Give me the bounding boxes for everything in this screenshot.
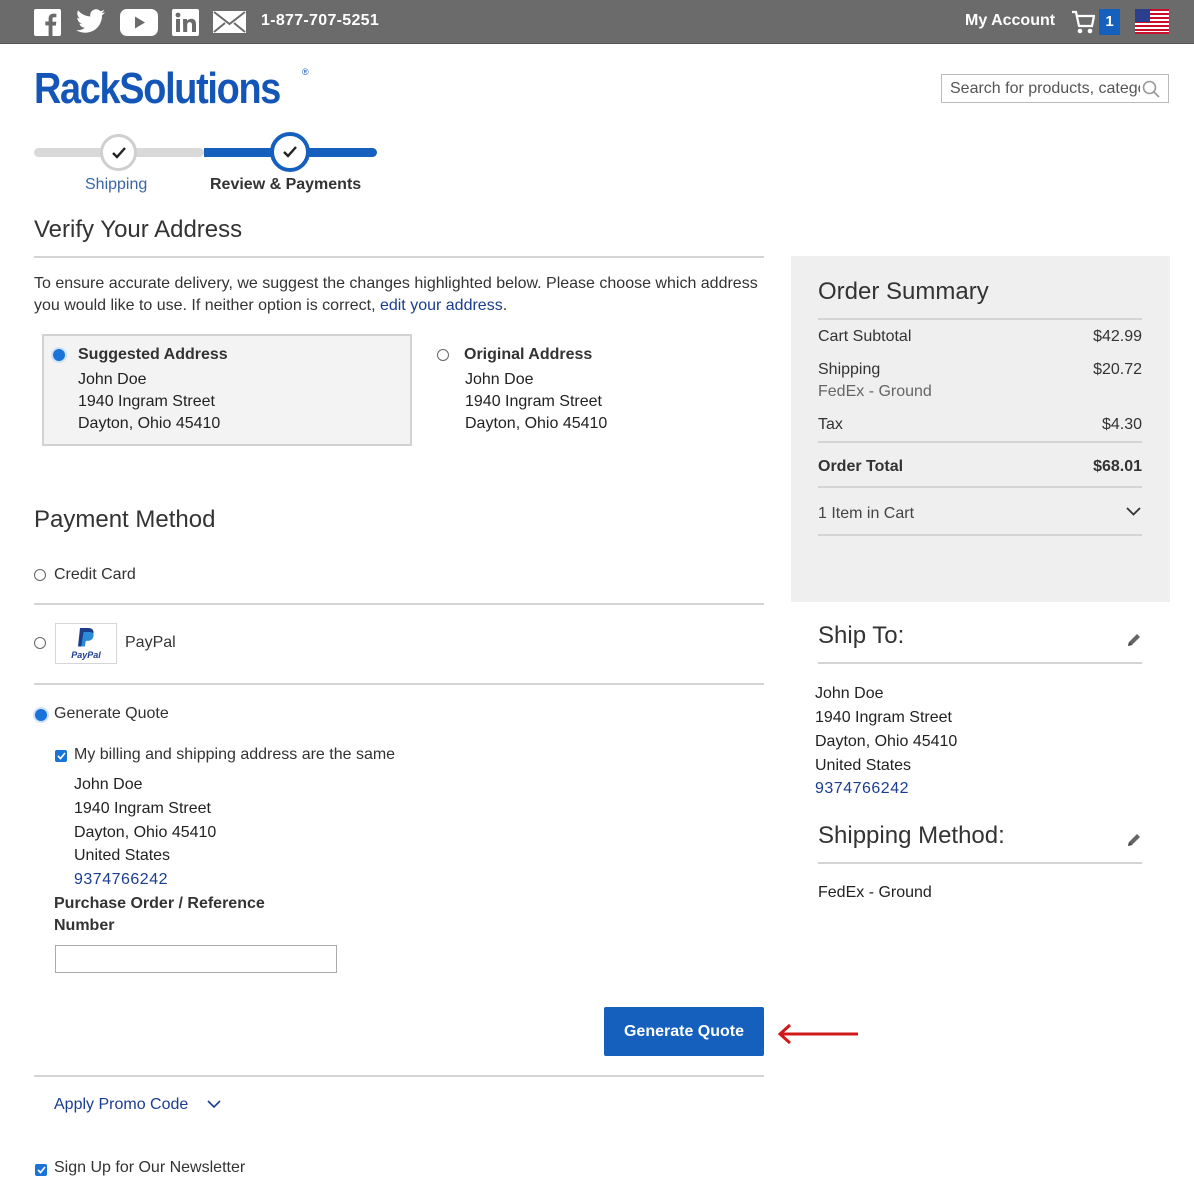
paypal-logo-text: PayPal <box>71 650 101 660</box>
suggested-address-title: Suggested Address <box>78 346 228 363</box>
paypal-logo: PayPal <box>55 623 117 664</box>
billing-name: John Doe <box>74 776 143 793</box>
order-summary-title: Order Summary <box>818 278 989 305</box>
search-icon[interactable] <box>1142 80 1160 103</box>
credit-card-radio[interactable] <box>34 569 46 581</box>
order-total-value: $68.01 <box>1093 458 1142 475</box>
chevron-down-icon[interactable] <box>206 1096 222 1112</box>
my-account-link[interactable]: My Account <box>965 12 1055 30</box>
divider <box>818 862 1142 864</box>
cart-count-badge[interactable]: 1 <box>1099 9 1120 35</box>
shipping-carrier: FedEx - Ground <box>818 383 932 400</box>
order-total-label: Order Total <box>818 458 904 475</box>
shipping-method-title: Shipping Method: <box>818 822 1005 849</box>
intro-end: . <box>502 297 508 314</box>
original-name: John Doe <box>465 371 534 388</box>
divider <box>34 603 764 605</box>
paypal-icon: PayPal <box>71 628 101 660</box>
checkmark-icon <box>36 1166 46 1174</box>
phone-number[interactable]: 1-877-707-5251 <box>261 12 379 30</box>
payment-method-title: Payment Method <box>34 506 216 533</box>
cart-icon[interactable] <box>1071 9 1096 41</box>
billing-city: Dayton, Ohio 45410 <box>74 824 217 841</box>
divider <box>818 534 1142 536</box>
chevron-down-icon[interactable] <box>1125 503 1142 519</box>
ship-to-city: Dayton, Ohio 45410 <box>815 733 958 750</box>
suggested-street: 1940 Ingram Street <box>78 393 215 410</box>
divider <box>34 683 764 685</box>
annotation-arrow-icon <box>777 1023 858 1045</box>
us-flag-icon[interactable] <box>1135 9 1169 34</box>
divider <box>818 662 1142 664</box>
tax-value: $4.30 <box>1101 416 1142 433</box>
apply-promo-code-link[interactable]: Apply Promo Code <box>54 1096 188 1114</box>
top-bar: 1-877-707-5251 My Account 1 <box>0 0 1194 44</box>
billing-country: United States <box>74 847 171 864</box>
racksolutions-logo[interactable]: RackSolutions <box>34 64 281 114</box>
suggested-name: John Doe <box>78 371 147 388</box>
po-number-label: Purchase Order / Reference Number <box>54 895 265 934</box>
step-shipping-circle[interactable] <box>100 134 137 171</box>
same-address-label[interactable]: My billing and shipping address are the … <box>74 746 395 764</box>
newsletter-label[interactable]: Sign Up for Our Newsletter <box>54 1159 245 1177</box>
divider <box>34 1075 764 1077</box>
same-address-checkbox[interactable] <box>55 750 67 762</box>
suggested-city: Dayton, Ohio 45410 <box>78 415 221 432</box>
generate-quote-radio[interactable] <box>35 709 47 721</box>
divider <box>34 256 764 258</box>
ship-to-country: United States <box>815 757 912 774</box>
pencil-icon[interactable] <box>1126 632 1141 648</box>
search-box[interactable] <box>941 74 1169 103</box>
billing-phone[interactable]: 9374766242 <box>74 871 168 889</box>
verify-address-title: Verify Your Address <box>34 216 243 243</box>
ship-to-phone[interactable]: 9374766242 <box>815 780 909 798</box>
twitter-icon[interactable] <box>75 8 107 36</box>
verify-intro: To ensure accurate delivery, we suggest … <box>34 273 764 317</box>
check-icon <box>283 146 297 158</box>
ship-to-title: Ship To: <box>818 622 905 649</box>
paypal-radio[interactable] <box>34 637 46 649</box>
divider <box>818 486 1142 488</box>
original-city: Dayton, Ohio 45410 <box>465 415 608 432</box>
generate-quote-button[interactable]: Generate Quote <box>604 1007 764 1056</box>
step-review-label: Review & Payments <box>210 176 362 193</box>
generate-quote-label[interactable]: Generate Quote <box>54 705 169 723</box>
pencil-icon[interactable] <box>1126 832 1141 848</box>
step-review-circle <box>270 132 310 172</box>
check-icon <box>111 146 126 159</box>
facebook-icon[interactable] <box>33 8 61 36</box>
step-shipping-label[interactable]: Shipping <box>85 176 147 194</box>
divider <box>818 318 1142 320</box>
shipping-value: $20.72 <box>1093 361 1142 378</box>
original-street: 1940 Ingram Street <box>465 393 602 410</box>
edit-address-link[interactable]: edit your address <box>380 297 503 314</box>
paypal-label[interactable]: PayPal <box>125 634 176 652</box>
newsletter-checkbox[interactable] <box>35 1164 47 1176</box>
suggested-address-radio[interactable] <box>53 349 65 361</box>
cart-subtotal-label: Cart Subtotal <box>818 328 912 345</box>
original-address-radio[interactable] <box>437 349 449 361</box>
cart-subtotal-value: $42.99 <box>1093 328 1142 345</box>
items-in-cart-toggle[interactable]: 1 Item in Cart <box>818 505 914 523</box>
original-address-title: Original Address <box>464 346 593 363</box>
checkmark-icon <box>56 752 66 760</box>
email-icon[interactable] <box>211 8 247 36</box>
ship-to-name: John Doe <box>815 685 884 702</box>
youtube-icon[interactable] <box>120 8 158 36</box>
registered-mark: ® <box>302 67 309 77</box>
shipping-label: Shipping <box>818 361 881 378</box>
linkedin-icon[interactable] <box>171 8 199 36</box>
po-number-input[interactable] <box>55 945 337 973</box>
divider <box>818 441 1142 443</box>
credit-card-label[interactable]: Credit Card <box>54 566 136 584</box>
ship-to-street: 1940 Ingram Street <box>815 709 952 726</box>
shipping-method-value: FedEx - Ground <box>818 884 932 901</box>
search-input[interactable] <box>950 79 1140 99</box>
billing-street: 1940 Ingram Street <box>74 800 211 817</box>
tax-label: Tax <box>818 416 843 433</box>
